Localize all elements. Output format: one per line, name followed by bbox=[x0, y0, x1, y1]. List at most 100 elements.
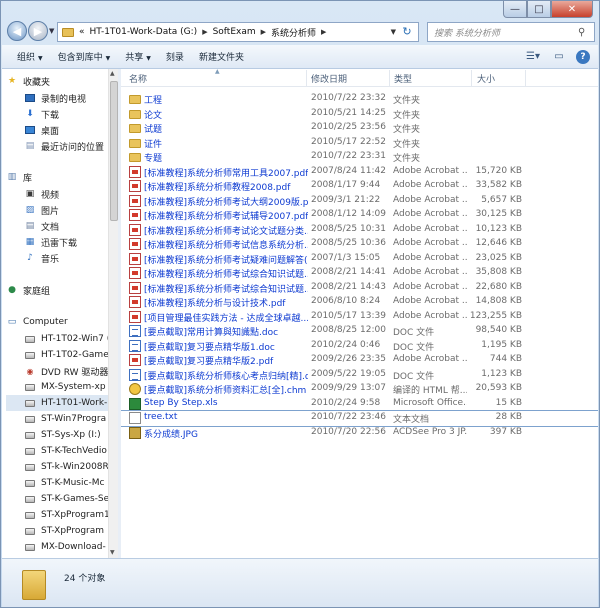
back-button[interactable]: ◀ bbox=[7, 21, 27, 41]
file-row[interactable]: [要点截取]复习要点精华版2.pdf 2009/2/26 23:35 Adobe A… bbox=[121, 353, 598, 368]
file-row[interactable]: [标准教程]系统分析师考试综合知识试题... 2008/2/21 14:43 Ado… bbox=[121, 281, 598, 296]
file-row[interactable]: [标准教程]系统分析与设计技术.pdf 2006/8/10 8:24 Adobe A… bbox=[121, 295, 598, 310]
file-row[interactable]: [标准教程]系统分析师考试疑难问题解答(... 2007/1/3 15:05 Ado… bbox=[121, 252, 598, 267]
file-row[interactable]: 证件 2010/5/17 22:52 文件夹 bbox=[121, 136, 598, 151]
scroll-up-icon[interactable]: ▲ bbox=[110, 70, 115, 77]
column-divider[interactable] bbox=[389, 70, 390, 86]
column-divider[interactable] bbox=[525, 70, 526, 86]
refresh-icon[interactable]: ↻ bbox=[399, 25, 415, 39]
view-options-icon[interactable]: ☰▾ bbox=[524, 49, 542, 64]
nav-drive[interactable]: ST-K-TechVedio bbox=[24, 443, 107, 459]
file-size: 15 KB bbox=[495, 397, 522, 408]
column-name[interactable]: 名称 bbox=[129, 72, 147, 85]
file-row[interactable]: [标准教程]系统分析师教程2008.pdf 2008/1/17 9:44 Adobe… bbox=[121, 179, 598, 194]
file-date: 2010/5/17 22:52 bbox=[311, 136, 386, 147]
file-row[interactable]: 工程 2010/7/22 23:32 文件夹 bbox=[121, 92, 598, 107]
column-type[interactable]: 类型 bbox=[394, 72, 412, 85]
nav-drive[interactable]: ST-K-Music-Mc bbox=[24, 475, 104, 491]
close-button[interactable]: ✕ bbox=[551, 1, 593, 18]
nav-drive[interactable]: ST-XpProgram1 bbox=[24, 507, 110, 523]
file-row[interactable]: Step By Step.xls 2010/2/24 9:58 Microsoft … bbox=[121, 397, 598, 412]
file-name: [标准教程]系统分析师考试辅导2007.pdf bbox=[144, 212, 308, 222]
nav-drive[interactable]: ST-k-Win2008R bbox=[24, 459, 109, 475]
preview-pane-icon[interactable]: ▭ bbox=[550, 49, 568, 64]
file-row[interactable]: [要点截取]常用计算與知識點.doc 2008/8/25 12:00 DOC 文件 9… bbox=[121, 324, 598, 339]
file-type: 文件夹 bbox=[393, 96, 421, 106]
nav-item-thunder-downloads[interactable]: ▦ 迅雷下载 bbox=[24, 234, 77, 250]
nav-drive[interactable]: MX-System-xp bbox=[24, 379, 106, 395]
nav-item-desktop[interactable]: 桌面 bbox=[24, 122, 59, 138]
nav-drive[interactable]: ST-Sys-Xp (I:) bbox=[24, 427, 101, 443]
scroll-down-icon[interactable]: ▼ bbox=[110, 549, 115, 556]
column-divider[interactable] bbox=[306, 70, 307, 86]
recent-places-icon: ▤ bbox=[25, 141, 35, 151]
nav-drive[interactable]: ST-Win7Progra bbox=[24, 411, 106, 427]
nav-item-recorded-tv[interactable]: 录制的电视 bbox=[24, 90, 86, 106]
tv-icon bbox=[24, 92, 36, 104]
file-size: 1,195 KB bbox=[481, 339, 522, 350]
nav-favorites-header[interactable]: ★ 收藏夹 bbox=[6, 73, 50, 89]
recent-pages-dropdown[interactable]: ▼ bbox=[49, 27, 54, 35]
item-count: 24 个对象 bbox=[64, 574, 106, 584]
nav-drive[interactable]: ST-XpProgram bbox=[24, 523, 104, 539]
file-row[interactable]: [标准教程]系统分析师考试辅导2007.pdf 2008/1/12 14:09 Ad… bbox=[121, 208, 598, 223]
file-row[interactable]: 系分成绩.JPG 2010/7/20 22:56 ACDSee Pro 3 JP..… bbox=[121, 426, 598, 441]
file-row[interactable]: [要点截取]系统分析师核心考点归纳[精].doc 2009/5/22 19:05 D… bbox=[121, 368, 598, 383]
breadcrumb-softexam[interactable]: SoftExam bbox=[213, 27, 256, 37]
column-date[interactable]: 修改日期 bbox=[311, 72, 347, 85]
nav-item-label: 录制的电视 bbox=[41, 94, 87, 105]
breadcrumb-drive[interactable]: HT-1T01-Work-Data (G:) bbox=[90, 27, 198, 37]
nav-homegroup[interactable]: ● 家庭组 bbox=[6, 282, 50, 298]
breadcrumb-overflow[interactable]: « bbox=[79, 27, 85, 37]
share-button[interactable]: 共享 ▼ bbox=[125, 50, 151, 63]
nav-item-downloads[interactable]: ⬇ 下载 bbox=[24, 106, 59, 122]
file-row[interactable]: [标准教程]系统分析师考试信息系统分析... 2008/5/25 10:36 Ado… bbox=[121, 237, 598, 252]
nav-item-recent-places[interactable]: ▤ 最近访问的位置 bbox=[24, 138, 104, 154]
file-row[interactable]: [标准教程]系统分析师考试论文试题分类... 2008/5/25 10:31 Ado… bbox=[121, 223, 598, 238]
nav-drive-dvd[interactable]: ◉ DVD RW 驱动器 bbox=[24, 363, 109, 379]
pdf-icon bbox=[129, 354, 141, 366]
nav-drive-selected[interactable]: HT-1T01-Work- bbox=[6, 395, 108, 411]
nav-item-pictures[interactable]: ▨ 图片 bbox=[24, 202, 59, 218]
file-row[interactable]: 试题 2010/2/25 23:56 文件夹 bbox=[121, 121, 598, 136]
search-input[interactable]: 搜索 系统分析师 ⚲ bbox=[427, 22, 595, 42]
nav-item-videos[interactable]: ▣ 视频 bbox=[24, 186, 59, 202]
breadcrumb-current[interactable]: 系统分析师 bbox=[271, 26, 316, 39]
nav-scrollbar[interactable]: ▲ ▼ bbox=[108, 69, 118, 558]
nav-drive[interactable]: HT-1T02-Win7 ( bbox=[24, 331, 110, 347]
nav-computer-header[interactable]: ▭ Computer bbox=[6, 314, 68, 330]
nav-drive[interactable]: ST-K-Games-Se bbox=[24, 491, 109, 507]
help-icon[interactable]: ? bbox=[576, 49, 590, 64]
file-row[interactable]: [要点截取]复习要点精华版1.doc 2010/2/24 0:46 DOC 文件 1,… bbox=[121, 339, 598, 354]
nav-scroll-thumb[interactable] bbox=[110, 81, 118, 221]
nav-item-documents[interactable]: ▤ 文档 bbox=[24, 218, 59, 234]
pdf-icon bbox=[129, 310, 141, 323]
minimize-button[interactable]: — bbox=[503, 1, 527, 18]
burn-button[interactable]: 刻录 bbox=[166, 50, 184, 63]
file-row[interactable]: [要点截取]系统分析师资料汇总[全].chm 2009/9/29 13:07 编译的… bbox=[121, 382, 598, 397]
file-row[interactable]: tree.txt 2010/7/22 23:46 文本文档 28 KB bbox=[121, 410, 598, 427]
nav-item-music[interactable]: ♪ 音乐 bbox=[24, 250, 59, 266]
maximize-button[interactable]: □ bbox=[527, 1, 551, 18]
file-row[interactable]: 专题 2010/7/22 23:31 文件夹 bbox=[121, 150, 598, 165]
address-bar[interactable]: « HT-1T01-Work-Data (G:) ▶ SoftExam ▶ 系统… bbox=[57, 22, 419, 42]
breadcrumb-separator-icon[interactable]: ▶ bbox=[321, 28, 326, 36]
nav-drive[interactable]: HT-1T02-Game bbox=[24, 347, 109, 363]
address-dropdown-icon[interactable]: ▼ bbox=[391, 28, 396, 36]
breadcrumb-separator-icon[interactable]: ▶ bbox=[202, 28, 207, 36]
file-row[interactable]: 论文 2010/5/21 14:25 文件夹 bbox=[121, 107, 598, 122]
organize-button[interactable]: 组织 ▼ bbox=[17, 50, 43, 63]
nav-libraries-header[interactable]: ▥ 库 bbox=[6, 169, 32, 185]
file-row[interactable]: [项目管理最佳实践方法 - 达成全球卓越... 2010/5/17 13:39 Ad… bbox=[121, 310, 598, 325]
column-divider[interactable] bbox=[471, 70, 472, 86]
file-row[interactable]: [标准教程]系统分析师考试综合知识试题... 2008/2/21 14:41 Ado… bbox=[121, 266, 598, 281]
forward-button[interactable]: ▶ bbox=[28, 21, 48, 41]
file-row[interactable]: [标准教程]系统分析师常用工具2007.pdf 2007/8/24 11:42 Ad… bbox=[121, 165, 598, 180]
new-folder-button[interactable]: 新建文件夹 bbox=[199, 50, 244, 63]
search-icon[interactable]: ⚲ bbox=[578, 27, 594, 38]
include-library-button[interactable]: 包含到库中 ▼ bbox=[58, 50, 111, 63]
breadcrumb-separator-icon[interactable]: ▶ bbox=[261, 28, 266, 36]
nav-drive[interactable]: MX-Download- bbox=[24, 539, 106, 555]
file-row[interactable]: [标准教程]系统分析师考试大纲2009版.p... 2009/3/1 21:22 A… bbox=[121, 194, 598, 209]
column-size[interactable]: 大小 bbox=[477, 72, 495, 85]
